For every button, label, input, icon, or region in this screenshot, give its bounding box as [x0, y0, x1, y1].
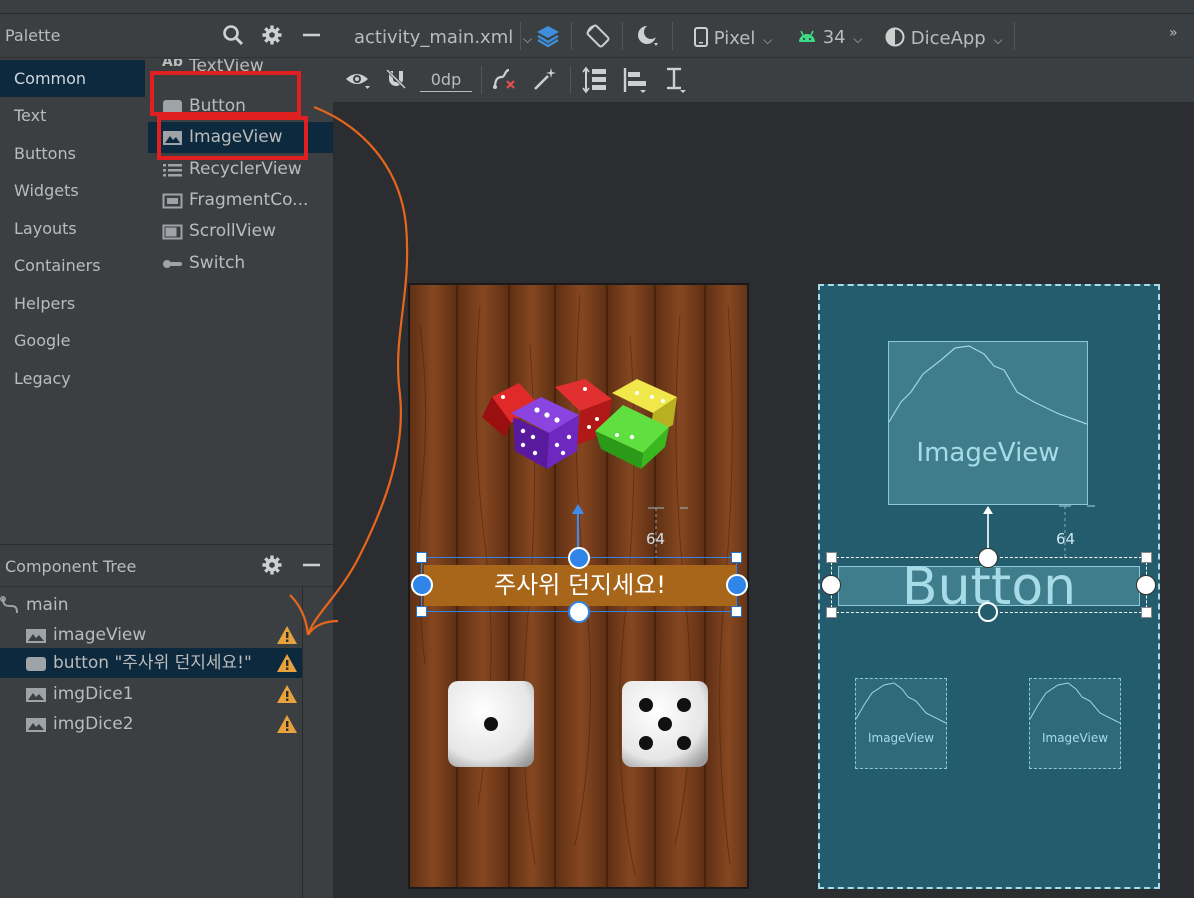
image-placeholder-icon [856, 682, 946, 724]
blueprint-top-anchor[interactable] [978, 548, 998, 568]
toolbar-separator [570, 66, 571, 94]
phone-icon [694, 27, 708, 47]
blueprint-left-anchor[interactable] [821, 575, 841, 595]
file-name: activity_main.xml [354, 27, 514, 48]
scrollview-icon [162, 224, 183, 240]
blueprint-bottom-anchor[interactable] [978, 602, 998, 622]
device-selector[interactable]: Pixel ⌵ [694, 27, 772, 49]
resize-handle[interactable] [731, 606, 742, 617]
default-margin-field[interactable]: 0dp [420, 69, 472, 92]
eye-icon[interactable] [345, 69, 371, 91]
constraint-layout-icon [0, 596, 18, 614]
right-constraint-anchor[interactable] [726, 574, 748, 596]
palette-category-google[interactable]: Google [0, 322, 145, 359]
palette-category-text[interactable]: Text [0, 97, 145, 134]
image-icon [26, 629, 46, 643]
clear-constraints-icon[interactable] [492, 67, 518, 91]
file-selector[interactable]: activity_main.xml ⌵ [354, 27, 532, 48]
blueprint-imageview[interactable]: ImageView [888, 341, 1088, 505]
palette-category-helpers[interactable]: Helpers [0, 285, 145, 322]
tree-row-imgdice2[interactable]: imgDice2 [0, 709, 302, 739]
device-name: Pixel [713, 28, 756, 49]
theme-selector[interactable]: DiceApp ⌵ [885, 27, 1003, 49]
pack-vertical-icon[interactable] [582, 66, 608, 94]
button-icon [26, 657, 46, 671]
overflow-chevron-icon[interactable]: » [1169, 25, 1178, 41]
chevron-down-icon: ⌵ [763, 33, 773, 47]
palette-category-widgets[interactable]: Widgets [0, 172, 145, 209]
palette-category-layouts[interactable]: Layouts [0, 210, 145, 247]
infer-constraints-icon[interactable] [532, 66, 558, 92]
dice1-image [448, 681, 534, 767]
blueprint-imgdice2[interactable]: ImageView [1029, 678, 1121, 769]
theme-name: DiceApp [910, 28, 986, 49]
night-mode-icon[interactable] [636, 24, 660, 48]
warning-icon[interactable] [276, 653, 298, 673]
orientation-icon[interactable] [585, 23, 611, 49]
toolbar-separator [571, 22, 572, 50]
tree-row-imageview[interactable]: imageView [0, 620, 302, 650]
minimize-icon[interactable] [300, 24, 322, 46]
palette-category-containers[interactable]: Containers [0, 247, 145, 284]
palette-category-legacy[interactable]: Legacy [0, 360, 145, 397]
blueprint-resize-handle[interactable] [826, 552, 837, 563]
toolbar-separator [622, 22, 623, 50]
component-tree-title: Component Tree [5, 557, 137, 576]
image-placeholder-icon [889, 345, 1087, 425]
blueprint-resize-handle[interactable] [1141, 552, 1152, 563]
blueprint-right-anchor[interactable] [1136, 575, 1156, 595]
palette-category-common[interactable]: Common [0, 60, 145, 97]
toolbar-separator [1014, 22, 1015, 50]
blueprint-imgdice2-label: ImageView [1041, 731, 1109, 745]
image-icon [26, 688, 46, 702]
list-icon [163, 164, 182, 177]
fragment-icon [162, 193, 183, 209]
margin-label-blueprint: 64 [1056, 530, 1076, 548]
tree-row-main[interactable]: main [0, 590, 302, 620]
toolbar-separator [520, 22, 521, 50]
theme-icon [885, 27, 905, 47]
api-selector[interactable]: 34 ⌵ [797, 27, 862, 48]
gear-icon[interactable] [261, 24, 283, 46]
blueprint-imageview-label: ImageView [916, 438, 1060, 468]
magnet-off-icon[interactable] [384, 67, 408, 91]
chevron-down-icon: ⌵ [853, 32, 863, 46]
margin-label-design: 64 [646, 530, 666, 548]
chevron-down-icon: ⌵ [993, 33, 1003, 47]
toolbar-separator [481, 66, 482, 94]
guidelines-icon[interactable] [662, 66, 688, 94]
dice2-image [622, 681, 708, 767]
tree-row-imgdice1[interactable]: imgDice1 [0, 679, 302, 709]
orange-annotation-arrow [289, 105, 409, 635]
align-left-icon[interactable] [622, 66, 648, 94]
warning-icon[interactable] [276, 684, 298, 704]
image-placeholder-icon [1030, 682, 1120, 724]
palette-title: Palette [5, 26, 61, 45]
warning-icon[interactable] [276, 714, 298, 734]
textview-icon: Ab [162, 59, 183, 70]
resize-handle[interactable] [731, 552, 742, 563]
blueprint-imgdice1[interactable]: ImageView [855, 678, 947, 769]
switch-icon [163, 260, 182, 268]
bottom-constraint-anchor[interactable] [568, 601, 590, 623]
api-level: 34 [822, 27, 846, 48]
android-icon [799, 30, 815, 42]
top-constraint-anchor[interactable] [568, 547, 590, 569]
image-icon [26, 718, 46, 732]
blueprint-resize-handle[interactable] [1141, 607, 1152, 618]
palette-category-buttons[interactable]: Buttons [0, 135, 145, 172]
tree-row-button[interactable]: button "주사위 던지세요!" [0, 648, 302, 678]
blueprint-resize-handle[interactable] [826, 607, 837, 618]
blueprint-imgdice1-label: ImageView [867, 731, 935, 745]
dice-image [482, 379, 677, 469]
window-top-bar [0, 0, 1194, 14]
search-icon[interactable] [222, 24, 244, 46]
roll-dice-button[interactable]: 주사위 던지세요! [424, 565, 736, 606]
layers-icon[interactable] [535, 23, 561, 49]
toolbar-separator [672, 22, 673, 50]
blueprint-button[interactable]: Button [838, 561, 1140, 613]
chevron-down-icon: ⌵ [522, 32, 533, 46]
